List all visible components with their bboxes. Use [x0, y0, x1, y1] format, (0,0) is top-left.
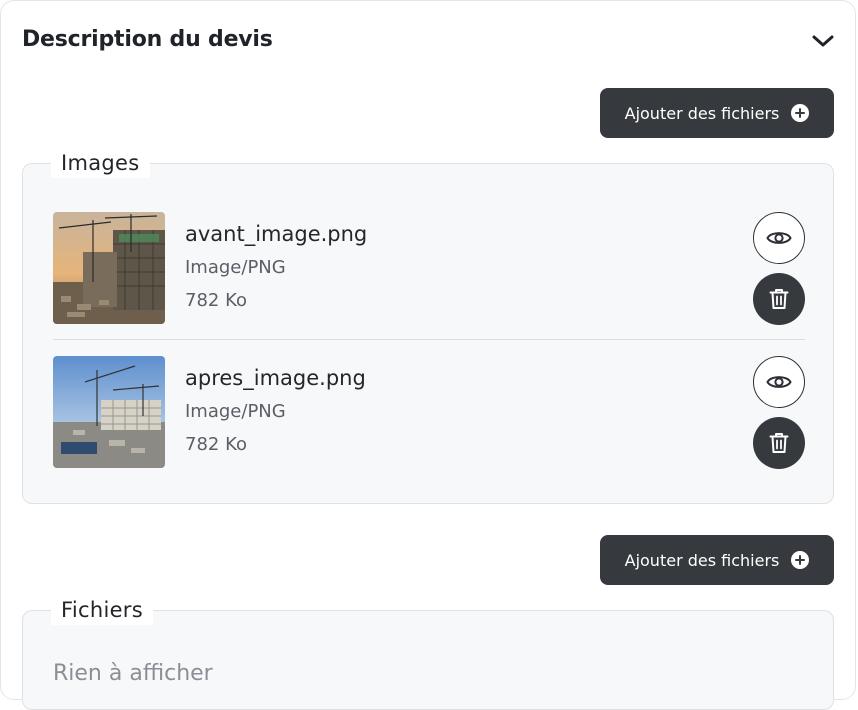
- empty-message: Rien à afficher: [53, 661, 213, 686]
- plus-circle-icon: [791, 104, 810, 122]
- eye-icon: [766, 376, 792, 388]
- file-item: apres_image.png Image/PNG 782 Ko: [53, 341, 805, 469]
- card-header[interactable]: Description du devis: [22, 25, 835, 57]
- files-section-legend: Fichiers: [51, 595, 153, 625]
- delete-file-button[interactable]: [753, 273, 805, 325]
- add-images-button-label: Ajouter des fichiers: [624, 103, 780, 123]
- file-size: 782 Ko: [185, 434, 247, 455]
- trash-icon: [769, 289, 789, 309]
- file-size: 782 Ko: [185, 290, 247, 311]
- file-thumbnail: [53, 212, 165, 324]
- add-files-button[interactable]: Ajouter des fichiers: [600, 535, 834, 585]
- add-files-button-label: Ajouter des fichiers: [624, 550, 780, 570]
- file-divider: [53, 339, 805, 340]
- trash-icon: [769, 433, 789, 453]
- quote-description-card: Description du devis Ajouter des fichier…: [0, 0, 856, 710]
- view-file-button[interactable]: [753, 212, 805, 264]
- file-type: Image/PNG: [185, 401, 286, 422]
- file-name: apres_image.png: [185, 366, 366, 390]
- plus-circle-icon: [791, 551, 810, 569]
- delete-file-button[interactable]: [753, 417, 805, 469]
- file-type: Image/PNG: [185, 257, 286, 278]
- eye-icon: [766, 232, 792, 244]
- chevron-down-icon[interactable]: [811, 31, 835, 51]
- add-images-button[interactable]: Ajouter des fichiers: [600, 88, 834, 138]
- card-title: Description du devis: [22, 27, 273, 52]
- file-name: avant_image.png: [185, 222, 368, 246]
- file-thumbnail: [53, 356, 165, 468]
- files-section: Fichiers Rien à afficher: [22, 595, 834, 710]
- images-section-legend: Images: [51, 148, 150, 178]
- images-section: Images avant_image.png Image/PNG 782 Ko …: [22, 148, 834, 504]
- view-file-button[interactable]: [753, 356, 805, 408]
- file-item: avant_image.png Image/PNG 782 Ko: [53, 197, 805, 325]
